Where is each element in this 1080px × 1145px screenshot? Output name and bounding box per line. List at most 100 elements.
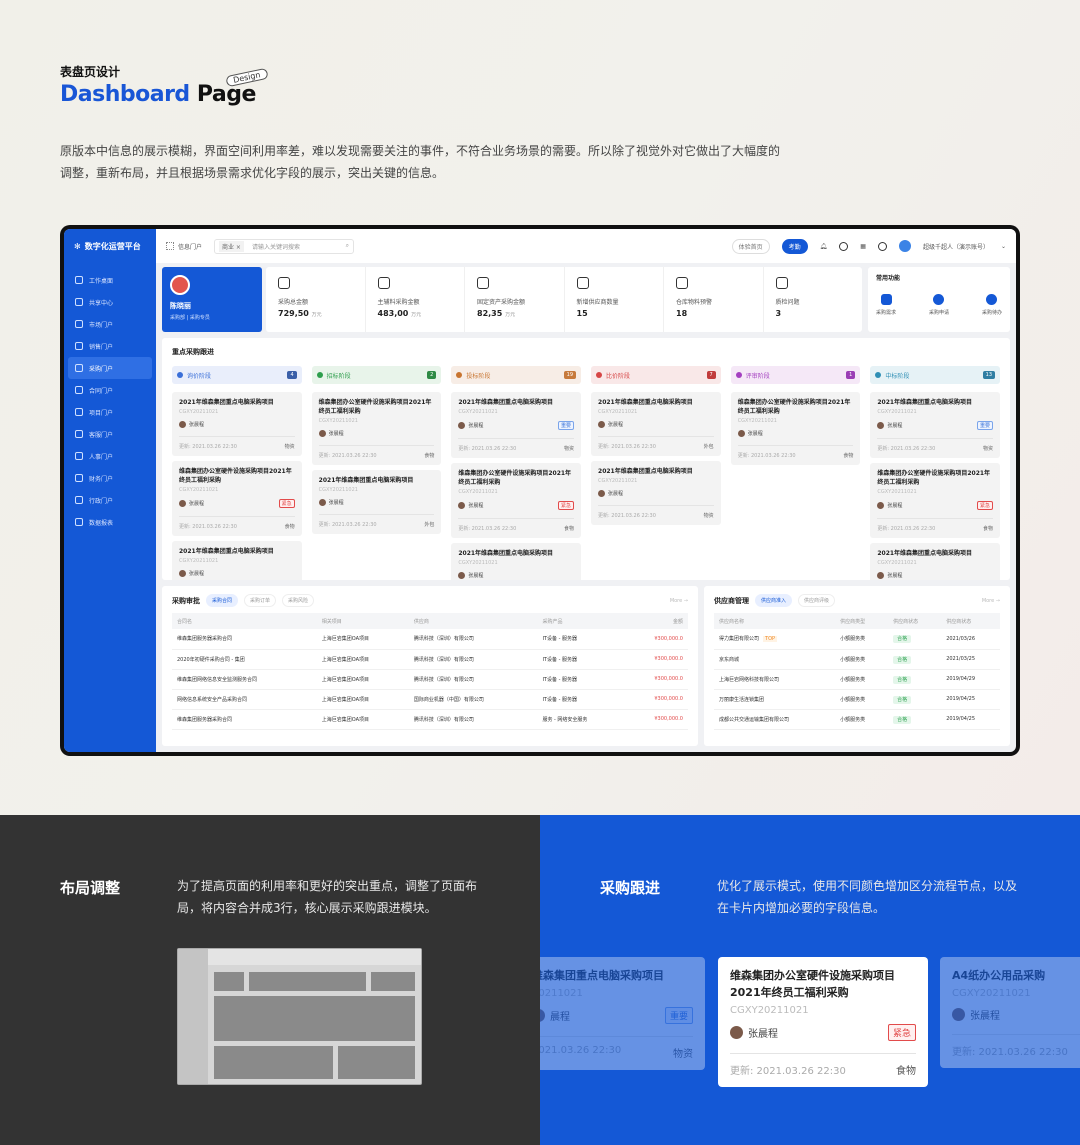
search-scope[interactable]: 商业 × <box>219 240 244 252</box>
sidebar-item[interactable]: 财务门户 <box>64 467 156 489</box>
project-card[interactable]: 2021年维森集团重点电脑采购项目 CGXY20211021 张晨程 重要 更新: 20… <box>451 392 582 458</box>
stage-header[interactable]: 评审阶段 1 <box>730 366 861 384</box>
stat-card[interactable]: 质检问题 3 <box>764 267 863 332</box>
project-card[interactable]: 2021年维森集团重点电脑采购项目 CGXY20211021 张晨程 <box>870 543 1001 580</box>
bell-icon[interactable]: 🔔︎ <box>820 243 828 250</box>
project-card[interactable]: 2021年维森集团重点电脑采购项目 CGXY20211021 张晨程 更新: 2021… <box>311 470 442 534</box>
stat-card[interactable]: 采购总金额 729,50 万元 <box>266 267 366 332</box>
sidebar-item[interactable]: 行政门户 <box>64 489 156 511</box>
home-button[interactable]: 体验首页 <box>731 238 770 254</box>
refresh-icon[interactable] <box>839 241 849 251</box>
help-icon[interactable] <box>877 241 887 251</box>
project-card[interactable]: 2021年维森集团重点电脑采购项目 CGXY20211021 张晨程 更新: 2021… <box>172 392 302 456</box>
grid-icon[interactable] <box>166 242 174 250</box>
profile-card[interactable]: 陈晓丽 采购部 | 采购专员 <box>162 267 262 332</box>
project-card[interactable]: 维森集团办公室硬件设施采购项目2021年终员工福利采购 CGXY20211021 张… <box>311 392 442 465</box>
project-card[interactable]: 维森集团办公室硬件设施采购项目2021年终员工福利采购 CGXY20211021 张… <box>730 392 861 465</box>
table-cell: 2019/04/25 <box>941 709 1000 730</box>
card-date: 更新: 2021.03.26 22:30 <box>318 522 377 528</box>
table-row[interactable]: 万丽康生活连锁集团 小额服务类 合格 2019/04/25 <box>714 689 1000 710</box>
panel-tab[interactable]: 采购订单 <box>244 594 277 607</box>
purchase-approval-panel: 采购审批 采购合同 采购订单 采购风险 More → 合同名 相关项目 供应商 采购产品 金额维… <box>162 586 698 746</box>
table-row[interactable]: 得力集团有限公司 TOP 小额服务类 合格 2021/03/26 <box>714 629 1000 650</box>
attendance-button[interactable]: 考勤 <box>781 238 808 254</box>
stage-header[interactable]: 比价阶段 7 <box>591 366 721 384</box>
more-link[interactable]: More → <box>982 598 1000 604</box>
panel-tab[interactable]: 采购风险 <box>282 594 315 607</box>
priority-tag: 紧急 <box>278 499 295 508</box>
stat-card[interactable]: 仓库物料预警 18 <box>664 267 764 332</box>
stage-column: 比价阶段 7 2021年维森集团重点电脑采购项目 CGXY20211021 张晨程 更新:… <box>591 366 721 580</box>
priority-tag: 重要 <box>664 1007 693 1024</box>
table-row[interactable]: 维森集团服务器采购合同 上海巨岩集团OA项目 腾讯科技（深圳）有限公司 服务 - 网络… <box>172 709 688 730</box>
stat-card[interactable]: 新增供应商数量 15 <box>565 267 664 332</box>
project-card[interactable]: 维森集团办公室硬件设施采购项目2021年终员工福利采购 CGXY20211021 张… <box>870 463 1001 538</box>
search-input[interactable]: 商业 × 请输入关键词搜索 ⌕ <box>214 238 355 254</box>
quick-items: 采购需求 采购申请 采购待办 <box>876 294 1002 316</box>
table-cell: IT设备 - 服务器 <box>537 669 626 690</box>
stat-card[interactable]: 主辅料采购金额 483,00 万元 <box>366 267 465 332</box>
table-cell: ¥300,000.0 <box>625 709 688 730</box>
quick-label: 采购待办 <box>981 310 1002 316</box>
sidebar-item[interactable]: 合同门户 <box>64 379 156 401</box>
table-cell: 上海巨岩集团OA项目 <box>316 629 409 650</box>
project-card[interactable]: 维森集团办公室硬件设施采购项目2021年终员工福利采购 CGXY20211021 张… <box>172 461 302 536</box>
table-cell: 合格 <box>888 629 942 650</box>
table-row[interactable]: 维森集团网络信息安全监测服务合同 上海巨岩集团OA项目 腾讯科技（深圳）有限公司 IT… <box>172 669 688 690</box>
project-card-large[interactable]: A4纸办公用品采购 CGXY20211021 张晨程 更新: 2021.03.26 2… <box>940 957 1080 1068</box>
stage-count: 4 <box>287 371 297 379</box>
user-name[interactable]: 超级千超人（演示账号） <box>923 242 989 251</box>
panel-tab[interactable]: 供应商准入 <box>755 594 793 607</box>
stage-header[interactable]: 询价阶段 4 <box>172 366 302 384</box>
stage-header[interactable]: 投标阶段 19 <box>451 366 582 384</box>
stat-card[interactable]: 固定资产采购金额 82,35 万元 <box>465 267 565 332</box>
stage-name: 询价阶段 <box>187 372 212 380</box>
search-icon[interactable]: ⌕ <box>346 242 349 250</box>
sidebar-item[interactable]: 工作桌面 <box>64 269 156 291</box>
portal-label[interactable]: 信息门户 <box>178 242 202 251</box>
chevron-down-icon[interactable]: ⌄ <box>1001 243 1006 250</box>
sidebar-item[interactable]: 项目门户 <box>64 401 156 423</box>
project-card[interactable]: 维森集团办公室硬件设施采购项目2021年终员工福利采购 CGXY20211021 张… <box>451 463 582 538</box>
supplier-table: 供应商名称 供应商类型 供应商状态 供应商状态 得力集团有限公司 TOP 小额服务类 合格 20… <box>714 613 1000 730</box>
person-avatar <box>458 422 466 429</box>
project-card[interactable]: 2021年维森集团重点电脑采购项目 CGXY20211021 张晨程 <box>451 543 582 580</box>
quick-item[interactable]: 采购申请 <box>929 294 949 316</box>
sidebar-item[interactable]: 数据报表 <box>64 511 156 533</box>
project-card[interactable]: 2021年维森集团重点电脑采购项目 CGXY20211021 张晨程 更新: 2021… <box>591 461 721 525</box>
sidebar-item[interactable]: 采购门户 <box>68 357 152 379</box>
sidebar-item[interactable]: 销售门户 <box>64 335 156 357</box>
avatar[interactable] <box>898 240 911 252</box>
sidebar: ✻ 数字化运营平台 工作桌面 共享中心 市场门户 销售门户 采购门户 合同门户 项目门户 客服门… <box>64 229 156 752</box>
sidebar-item[interactable]: 客服门户 <box>64 423 156 445</box>
table-row[interactable]: 2020年初硬件采购合同 - 集团 上海巨岩集团OA项目 腾讯科技（深圳）有限公司 I… <box>172 649 688 670</box>
sidebar-item[interactable]: 人事门户 <box>64 445 156 467</box>
person-avatar <box>877 572 885 579</box>
table-row[interactable]: 上海巨岩网络科技有限公司 小额服务类 合格 2019/04/29 <box>714 669 1000 690</box>
table-row[interactable]: 成都公共交通运输集团有限公司 小额服务类 合格 2019/04/25 <box>714 709 1000 730</box>
project-card-large[interactable]: 维森集团重点电脑采购项目 20211021 晨程 重要 2021.03.26 22:30… <box>540 957 705 1070</box>
apps-icon[interactable]: ▦ <box>860 243 866 250</box>
project-card[interactable]: 2021年维森集团重点电脑采购项目 CGXY20211021 张晨程 <box>172 541 302 580</box>
panel-tab[interactable]: 采购合同 <box>206 594 239 607</box>
stage-header[interactable]: 中标阶段 13 <box>870 366 1001 384</box>
project-card-large[interactable]: 维森集团办公室硬件设施采购项目2021年终员工福利采购 CGXY20211021 张… <box>718 957 928 1087</box>
person-name: 张晨程 <box>328 431 344 437</box>
sidebar-item[interactable]: 市场门户 <box>64 313 156 335</box>
quick-item[interactable]: 采购需求 <box>876 294 896 316</box>
table-row[interactable]: 网络信息系统安全产品采购合同 上海巨岩集团OA项目 国际商业机器（中国）有限公司 IT… <box>172 689 688 710</box>
project-card[interactable]: 2021年维森集团重点电脑采购项目 CGXY20211021 张晨程 重要 更新: 20… <box>870 392 1001 458</box>
card-person: 张晨程 <box>952 1007 1080 1022</box>
card-date: 更新: 2021.03.26 22:30 <box>952 1047 1068 1058</box>
person-name: 张晨程 <box>887 423 903 429</box>
sidebar-item[interactable]: 共享中心 <box>64 291 156 313</box>
more-link[interactable]: More → <box>670 598 688 604</box>
panel-tab[interactable]: 供应商评级 <box>798 594 836 607</box>
stage-header[interactable]: 招标阶段 2 <box>311 366 442 384</box>
table-row[interactable]: 维森集团服务器采购合同 上海巨岩集团OA项目 腾讯科技（深圳）有限公司 IT设备 - … <box>172 629 688 650</box>
priority-tag: 重要 <box>977 421 994 430</box>
quick-item[interactable]: 采购待办 <box>982 294 1002 316</box>
card-code: CGXY20211021 <box>458 560 498 566</box>
project-card[interactable]: 2021年维森集团重点电脑采购项目 CGXY20211021 张晨程 更新: 2021… <box>591 392 721 456</box>
table-row[interactable]: 京东商城 小额服务类 合格 2021/03/25 <box>714 649 1000 670</box>
